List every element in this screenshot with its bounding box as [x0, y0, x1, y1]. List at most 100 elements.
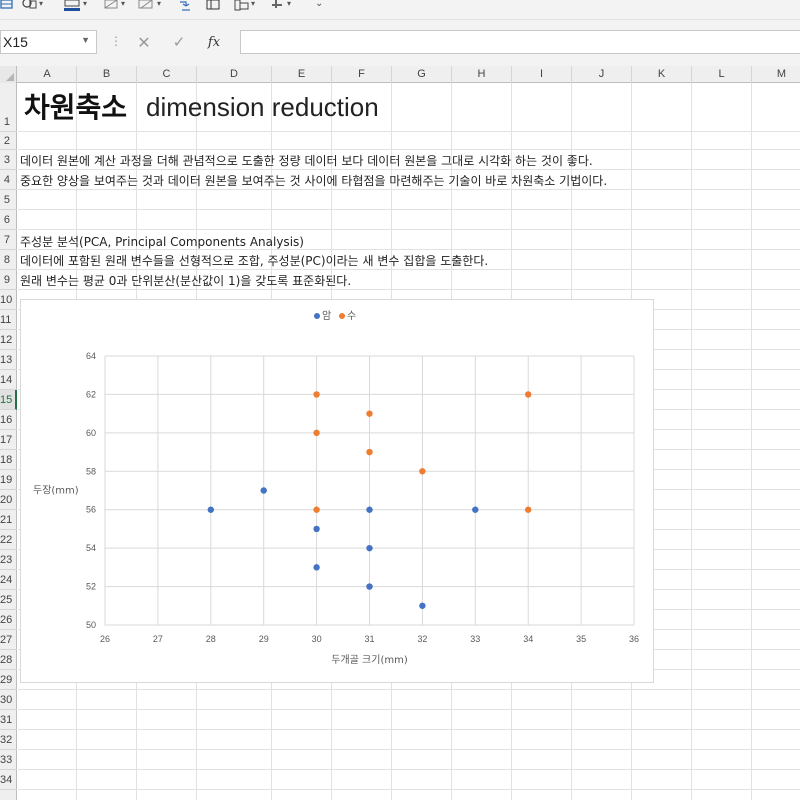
table-style-icon[interactable]	[0, 0, 14, 14]
data-point	[366, 506, 373, 513]
select-all-button[interactable]	[0, 66, 17, 83]
column-header-g[interactable]: G	[392, 66, 452, 83]
column-header-l[interactable]: L	[692, 66, 752, 83]
y-axis-label: 두장(mm)	[33, 485, 79, 497]
cancel-icon[interactable]: ✕	[124, 33, 164, 52]
sheet-title-english[interactable]: dimension reduction	[146, 92, 379, 123]
column-header-f[interactable]: F	[332, 66, 392, 83]
row-header-6[interactable]: 6	[0, 210, 17, 230]
column-header-a[interactable]: A	[18, 66, 77, 83]
data-point	[313, 525, 320, 533]
fill-icon[interactable]	[178, 0, 194, 14]
row-header-7[interactable]: 7	[0, 230, 17, 250]
data-point	[472, 506, 479, 513]
y-tick-label: 58	[86, 466, 96, 476]
column-header-h[interactable]: H	[452, 66, 512, 83]
row-header-12[interactable]: 12	[0, 330, 17, 350]
row-header-11[interactable]: 11	[0, 310, 17, 330]
x-axis-label: 두개골 크기(mm)	[331, 654, 408, 666]
data-point	[366, 410, 373, 417]
x-tick-label: 34	[523, 634, 533, 644]
format-painter-icon[interactable]: ▾	[104, 0, 125, 14]
row-header-15[interactable]: 15	[0, 390, 17, 410]
formula-bar: X15 ▼ ⋮ ✕ ✓ fx	[0, 20, 800, 66]
row-header-26[interactable]: 26	[0, 610, 17, 630]
more-icon[interactable]: ▾	[272, 0, 291, 14]
cell-a3-text[interactable]: 데이터 원본에 계산 과정을 더해 관념적으로 도출한 정량 데이터 보다 데이…	[20, 152, 593, 169]
y-tick-label: 52	[86, 582, 96, 592]
chevron-down-icon[interactable]: ▼	[81, 35, 90, 45]
data-point	[207, 506, 214, 513]
sort-icon[interactable]: ▾	[234, 0, 255, 14]
grid-row-line	[18, 769, 800, 770]
insert-function-button[interactable]: fx	[194, 35, 234, 50]
row-header-bar: 1 2 3 4 5 6 7 8 9 10 11 12 13 14 15 16 17 18 19 20 21 22 23 24 2…	[0, 83, 17, 800]
name-box-value: X15	[3, 34, 28, 50]
column-header-b[interactable]: B	[77, 66, 137, 83]
ribbon-overflow-icon[interactable]: ⌄	[314, 0, 323, 14]
y-tick-label: 50	[86, 620, 96, 630]
formula-input[interactable]	[240, 30, 800, 54]
row-header-16[interactable]: 16	[0, 410, 17, 430]
grid-row-line	[18, 689, 800, 690]
row-header-31[interactable]: 31	[0, 710, 17, 730]
column-header-j[interactable]: J	[572, 66, 632, 83]
row-header-1[interactable]: 1	[0, 83, 17, 132]
row-header-17[interactable]: 17	[0, 430, 17, 450]
column-header-m[interactable]: M	[752, 66, 800, 83]
row-header-14[interactable]: 14	[0, 370, 17, 390]
x-tick-label: 28	[206, 634, 216, 644]
chart-canvas: 26 27 28 29 30 31 32 33 34 35 36 50 52 54 56 58 60 62 64 두개…	[33, 310, 639, 666]
row-header-20[interactable]: 20	[0, 490, 17, 510]
row-header-24[interactable]: 24	[0, 570, 17, 590]
grid-row-line	[18, 189, 800, 190]
row-header-33[interactable]: 33	[0, 750, 17, 770]
row-header-22[interactable]: 22	[0, 530, 17, 550]
eraser-icon[interactable]: ▾	[138, 0, 161, 14]
y-tick-label: 60	[86, 428, 96, 438]
row-header-2[interactable]: 2	[0, 132, 17, 150]
row-header-28[interactable]: 28	[0, 650, 17, 670]
column-header-e[interactable]: E	[272, 66, 332, 83]
row-header-32[interactable]: 32	[0, 730, 17, 750]
font-color-icon[interactable]: ▾	[64, 0, 87, 14]
row-header-23[interactable]: 23	[0, 550, 17, 570]
grid-row-line	[18, 789, 800, 790]
data-point	[366, 544, 373, 552]
column-header-k[interactable]: K	[632, 66, 692, 83]
cell-a8-text[interactable]: 데이터에 포함된 원래 변수들을 선형적으로 조합, 주성분(PC)이라는 새 …	[20, 252, 488, 269]
y-tick-label: 64	[86, 351, 96, 361]
row-header-3[interactable]: 3	[0, 150, 17, 170]
row-header-30[interactable]: 30	[0, 690, 17, 710]
enter-check-icon[interactable]: ✓	[164, 33, 194, 51]
grid-row-line	[18, 729, 800, 730]
cell-a9-text[interactable]: 원래 변수는 평균 0과 단위분산(분산값이 1)을 갖도록 표준화된다.	[20, 272, 351, 289]
shape-icon[interactable]: ▾	[22, 0, 43, 14]
row-header-5[interactable]: 5	[0, 190, 17, 210]
row-header-18[interactable]: 18	[0, 450, 17, 470]
column-header-c[interactable]: C	[137, 66, 197, 83]
row-header-29[interactable]: 29	[0, 670, 17, 690]
grid-row-line	[18, 709, 800, 710]
row-header-27[interactable]: 27	[0, 630, 17, 650]
scatter-chart[interactable]: 26 27 28 29 30 31 32 33 34 35 36 50 52 54 56 58 60 62 64 두개…	[20, 299, 654, 683]
sheet-title-korean[interactable]: 차원축소	[24, 86, 127, 126]
row-header-10[interactable]: 10	[0, 290, 17, 310]
row-header-25[interactable]: 25	[0, 590, 17, 610]
name-box[interactable]: X15 ▼	[0, 30, 97, 54]
row-header-19[interactable]: 19	[0, 470, 17, 490]
row-header-9[interactable]: 9	[0, 270, 17, 290]
row-header-21[interactable]: 21	[0, 510, 17, 530]
table-icon[interactable]	[206, 0, 220, 14]
cell-a4-text[interactable]: 중요한 양상을 보여주는 것과 데이터 원본을 보여주는 것 사이에 타협점을 …	[20, 172, 607, 189]
cell-a7-text[interactable]: 주성분 분석(PCA, Principal Components Analysi…	[20, 233, 304, 250]
row-header-34[interactable]: 34	[0, 770, 17, 790]
column-header-i[interactable]: I	[512, 66, 572, 83]
row-header-13[interactable]: 13	[0, 350, 17, 370]
column-header-d[interactable]: D	[197, 66, 272, 83]
grid-row-line	[18, 131, 800, 132]
row-header-4[interactable]: 4	[0, 170, 17, 190]
grid-row-line	[18, 169, 800, 170]
row-header-8[interactable]: 8	[0, 250, 17, 270]
data-point	[313, 429, 320, 437]
